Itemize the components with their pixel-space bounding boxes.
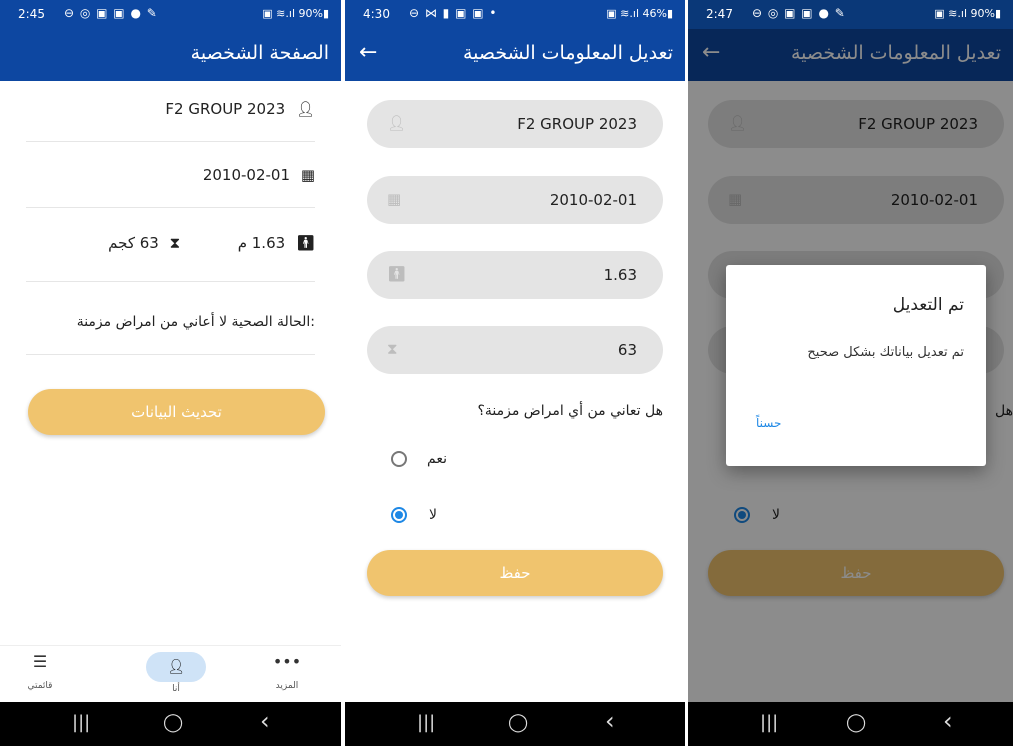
back-button[interactable]: ‹ — [260, 707, 270, 735]
chronic-disease-question: هل تعاني من أي امراض مزمنة؟ — [477, 403, 663, 419]
dialog-title: تم التعديل — [892, 295, 964, 315]
status-bar: 2:47 ⊖ ◎ ▣ ▣ ● ✎ ▣ ≋.ıl 90%▮ — [688, 0, 1013, 29]
battery-indicator: ▣ ≋.ıl 90%▮ — [934, 7, 1001, 20]
weight-value: 63 — [617, 341, 637, 359]
status-time: 2:47 — [706, 7, 733, 21]
birthdate-row: ▦ 2010-02-01 — [26, 166, 315, 184]
edit-profile-screen: 4:30 ⊖ ⋈ ▮ ▣ ▣ • ▣ ≋.ıl 46%▮ ← تعديل الم… — [345, 0, 685, 746]
name-value: F2 GROUP 2023 — [517, 115, 637, 133]
dialog-message: تم تعديل بياناتك بشكل صحيح — [807, 345, 964, 360]
system-nav-bar: ||| ◯ ‹ — [0, 702, 341, 746]
status-bar: 4:30 ⊖ ⋈ ▮ ▣ ▣ • ▣ ≋.ıl 46%▮ — [345, 0, 685, 29]
radio-yes-label: نعم — [427, 451, 447, 467]
status-time: 4:30 — [363, 7, 390, 21]
status-bar: 2:45 ⊖ ◎ ▣ ▣ ● ✎ ▣ ≋.ıl 90%▮ — [0, 0, 341, 29]
scale-icon: ⧗ — [169, 234, 181, 252]
nav-label: أنا — [172, 684, 180, 694]
system-nav-bar: ||| ◯ ‹ — [688, 702, 1013, 746]
nav-item-more[interactable]: ••• المزيد — [262, 652, 312, 691]
scale-icon: ⧗ — [387, 340, 398, 358]
radio-yes[interactable] — [391, 451, 407, 467]
name-row: 👤︎ F2 GROUP 2023 — [26, 100, 315, 118]
app-bar: الصفحة الشخصية — [0, 29, 341, 81]
calendar-icon: ▦ — [387, 190, 402, 208]
battery-indicator: ▣ ≋.ıl 90%▮ — [262, 7, 329, 20]
battery-indicator: ▣ ≋.ıl 46%▮ — [606, 7, 673, 20]
back-button[interactable]: ‹ — [605, 707, 615, 735]
height-field[interactable]: 🚹︎ 1.63 — [367, 251, 663, 299]
radio-no[interactable] — [391, 507, 407, 523]
name-field[interactable]: 👤︎ F2 GROUP 2023 — [367, 100, 663, 148]
status-time: 2:45 — [18, 7, 45, 21]
divider — [26, 141, 315, 142]
bottom-nav: ☰ قائمتي 👤︎ أنا ••• المزيد — [0, 645, 341, 702]
profile-screen: 2:45 ⊖ ◎ ▣ ▣ ● ✎ ▣ ≋.ıl 90%▮ الصفحة الشخ… — [0, 0, 341, 746]
birthdate-value: 2010-02-01 — [202, 166, 291, 184]
person-icon: 👤︎ — [295, 100, 315, 118]
birthdate-value: 2010-02-01 — [549, 191, 637, 209]
home-button[interactable]: ◯ — [846, 712, 866, 733]
success-dialog: تم التعديل تم تعديل بياناتك بشكل صحيح حس… — [726, 265, 986, 466]
recents-button[interactable]: ||| — [760, 712, 778, 733]
nav-item-me[interactable]: 👤︎ أنا — [146, 652, 206, 694]
update-data-button[interactable]: تحديث البيانات — [28, 389, 325, 435]
weight-field[interactable]: ⧗ 63 — [367, 326, 663, 374]
status-icons: ⊖ ◎ ▣ ▣ ● ✎ — [752, 6, 846, 20]
health-status: :الحالة الصحية لا أعاني من امراض مزمنة — [76, 314, 315, 330]
divider — [26, 354, 315, 355]
dialog-ok-button[interactable]: حسناً — [756, 416, 781, 430]
height-icon: 🚹︎ — [387, 265, 407, 283]
birthdate-field[interactable]: ▦ 2010-02-01 — [367, 176, 663, 224]
back-arrow-icon[interactable]: ← — [359, 40, 377, 65]
name-value: F2 GROUP 2023 — [165, 100, 286, 118]
radio-no-label: لا — [429, 507, 437, 523]
home-button[interactable]: ◯ — [508, 712, 528, 733]
height-value: 1.63 — [603, 266, 637, 284]
divider — [26, 281, 315, 282]
status-icons: ⊖ ⋈ ▮ ▣ ▣ • — [409, 6, 498, 20]
list-icon: ☰ — [32, 652, 48, 671]
nav-label: المزيد — [275, 681, 299, 691]
weight-value: 63 كجم — [108, 234, 159, 252]
body-metrics-row: 🚹︎ 1.63 م ⧗ 63 كجم — [26, 234, 315, 252]
divider — [26, 207, 315, 208]
page-title: الصفحة الشخصية — [190, 42, 329, 64]
calendar-icon: ▦ — [300, 166, 315, 184]
more-icon: ••• — [272, 652, 302, 671]
edit-success-screen: 2:47 ⊖ ◎ ▣ ▣ ● ✎ ▣ ≋.ıl 90%▮ ← تعديل الم… — [688, 0, 1013, 746]
nav-item-menu[interactable]: ☰ قائمتي — [20, 652, 60, 691]
nav-label: قائمتي — [27, 681, 53, 691]
status-icons: ⊖ ◎ ▣ ▣ ● ✎ — [64, 6, 158, 20]
recents-button[interactable]: ||| — [417, 712, 435, 733]
height-icon: 🚹︎ — [295, 234, 315, 252]
home-button[interactable]: ◯ — [163, 712, 183, 733]
recents-button[interactable]: ||| — [72, 712, 90, 733]
app-bar: ← تعديل المعلومات الشخصية — [345, 29, 685, 81]
system-nav-bar: ||| ◯ ‹ — [345, 702, 685, 746]
page-title: تعديل المعلومات الشخصية — [462, 42, 673, 64]
height-value: 1.63 م — [237, 234, 286, 252]
person-icon: 👤︎ — [387, 114, 407, 132]
back-button[interactable]: ‹ — [943, 707, 953, 735]
person-icon: 👤︎ — [146, 652, 206, 682]
save-button[interactable]: حفظ — [367, 550, 663, 596]
